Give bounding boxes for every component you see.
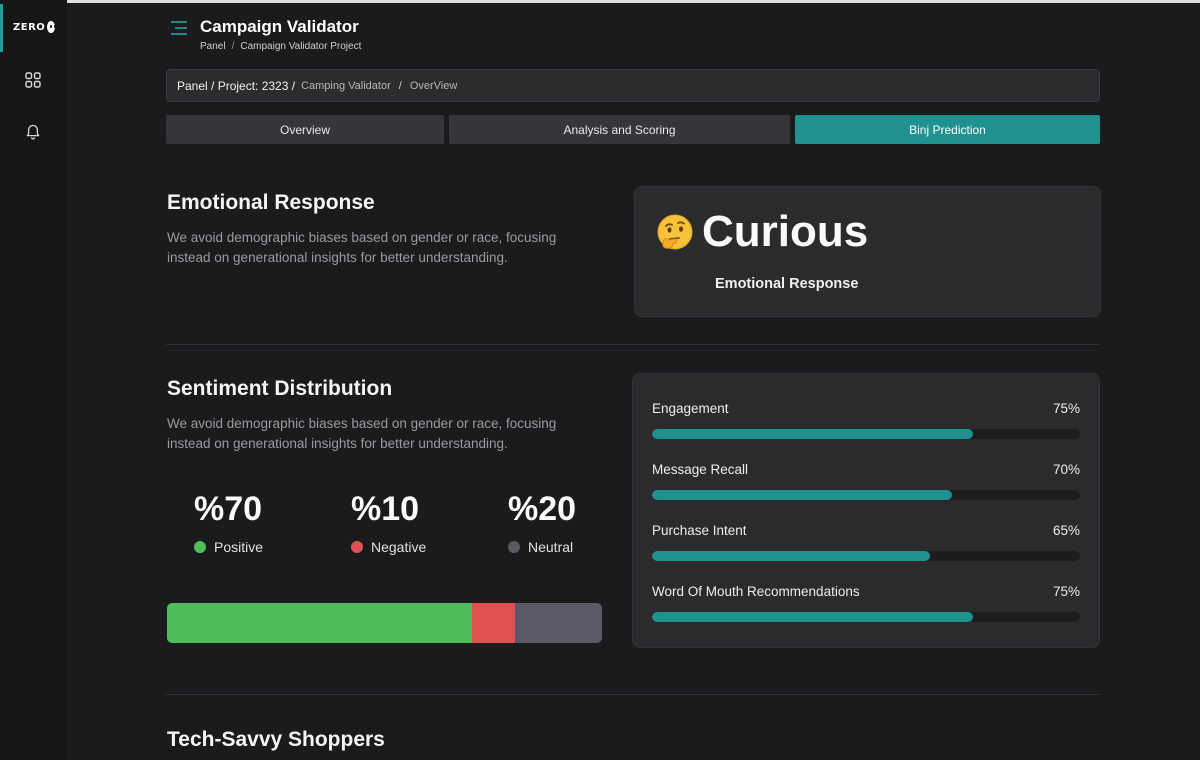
sentiment-label: Neutral bbox=[528, 539, 574, 555]
metrics-card: Engagement 75% Message Recall 70% Purchase I… bbox=[632, 373, 1100, 648]
metric-progress-fill bbox=[652, 490, 952, 500]
sentiment-distribution-title: Sentiment Distribution bbox=[167, 377, 393, 400]
metric-label: Word Of Mouth Recommendations bbox=[652, 584, 860, 599]
sentiment-value: %20 bbox=[508, 490, 577, 528]
project-path-bar: Panel / Project: 2323 / Camping Validato… bbox=[166, 69, 1100, 102]
tech-savvy-shoppers-title: Tech-Savvy Shoppers bbox=[167, 728, 385, 751]
logo-mark bbox=[47, 21, 55, 33]
sentiment-stat-neutral: %20 Neutral bbox=[508, 490, 638, 555]
breadcrumb-separator: / bbox=[231, 41, 235, 52]
sentiment-segment-positive bbox=[167, 603, 472, 643]
window-top-border bbox=[0, 0, 1200, 3]
breadcrumb-item[interactable]: Panel bbox=[200, 41, 226, 52]
metric-header: Word Of Mouth Recommendations 75% bbox=[652, 584, 1080, 599]
sentiment-distribution-description: We avoid demographic biases based on gen… bbox=[167, 416, 557, 451]
section-divider bbox=[166, 694, 1100, 695]
metric-progress-fill bbox=[652, 429, 973, 439]
metric-header: Purchase Intent 65% bbox=[652, 523, 1080, 538]
metric-row: Message Recall 70% bbox=[652, 462, 1080, 500]
path-segment[interactable]: Camping Validator bbox=[301, 80, 391, 92]
metric-header: Engagement 75% bbox=[652, 401, 1080, 416]
sentiment-label: Negative bbox=[371, 539, 427, 555]
tab-overview[interactable]: Overview bbox=[166, 115, 444, 144]
metric-row: Engagement 75% bbox=[652, 401, 1080, 439]
sentiment-stacked-bar bbox=[167, 603, 602, 643]
metric-value: 65% bbox=[1052, 523, 1080, 538]
metric-progress-track bbox=[652, 551, 1080, 561]
sentiment-value: %70 bbox=[194, 490, 263, 528]
sentiment-legend-item: Negative bbox=[351, 539, 481, 555]
metric-header: Message Recall 70% bbox=[652, 462, 1080, 477]
menu-icon[interactable] bbox=[170, 20, 188, 36]
negative-dot-icon bbox=[351, 541, 363, 553]
tab-analysis-and-scoring[interactable]: Analysis and Scoring bbox=[449, 115, 790, 144]
path-current: OverView bbox=[409, 79, 458, 92]
sentiment-legend-item: Neutral bbox=[508, 539, 638, 555]
tab-binj-prediction[interactable]: Binj Prediction bbox=[795, 115, 1100, 144]
metric-value: 75% bbox=[1052, 584, 1080, 599]
metric-label: Message Recall bbox=[652, 462, 749, 477]
sentiment-segment-neutral bbox=[515, 603, 602, 643]
sidebar: ZERO bbox=[0, 0, 67, 760]
metric-row: Word Of Mouth Recommendations 75% bbox=[652, 584, 1080, 622]
metric-row: Purchase Intent 65% bbox=[652, 523, 1080, 561]
breadcrumb-item[interactable]: Campaign Validator Project bbox=[240, 41, 361, 52]
sidebar-active-indicator bbox=[0, 4, 3, 52]
sentiment-stat-negative: %10 Negative bbox=[351, 490, 481, 555]
metric-progress-fill bbox=[652, 612, 973, 622]
sentiment-stat-positive: %70 Positive bbox=[194, 490, 324, 555]
emotional-response-title: Emotional Response bbox=[167, 191, 375, 214]
metric-progress-fill bbox=[652, 551, 931, 561]
metric-progress-track bbox=[652, 612, 1080, 622]
metric-progress-track bbox=[652, 429, 1080, 439]
emotion-word: Curious bbox=[702, 207, 869, 256]
path-project[interactable]: Panel / Project: 2323 / bbox=[177, 79, 295, 93]
page-title: Campaign Validator bbox=[200, 17, 359, 36]
metric-value: 75% bbox=[1052, 401, 1080, 416]
section-divider bbox=[166, 344, 1100, 345]
sentiment-label: Positive bbox=[214, 539, 264, 555]
metric-progress-track bbox=[652, 490, 1080, 500]
emotion-label: Emotional Response bbox=[715, 276, 859, 292]
logo-text: ZERO bbox=[13, 21, 46, 33]
metric-label: Purchase Intent bbox=[652, 523, 747, 538]
sentiment-segment-negative bbox=[471, 603, 515, 643]
breadcrumb: Panel / Campaign Validator Project bbox=[200, 41, 361, 52]
positive-dot-icon bbox=[194, 541, 206, 553]
emotional-response-description: We avoid demographic biases based on gen… bbox=[167, 230, 557, 265]
emotional-response-card: Curious Emotional Response bbox=[634, 186, 1101, 317]
thinking-face-icon bbox=[657, 214, 693, 250]
logo[interactable]: ZERO bbox=[13, 20, 55, 34]
bell-icon[interactable] bbox=[24, 123, 42, 141]
sentiment-legend-item: Positive bbox=[194, 539, 324, 555]
neutral-dot-icon bbox=[508, 541, 520, 553]
metric-value: 70% bbox=[1052, 462, 1080, 477]
grid-icon[interactable] bbox=[24, 71, 42, 89]
path-separator: / bbox=[398, 79, 402, 92]
sentiment-value: %10 bbox=[351, 490, 420, 528]
metric-label: Engagement bbox=[652, 401, 729, 416]
